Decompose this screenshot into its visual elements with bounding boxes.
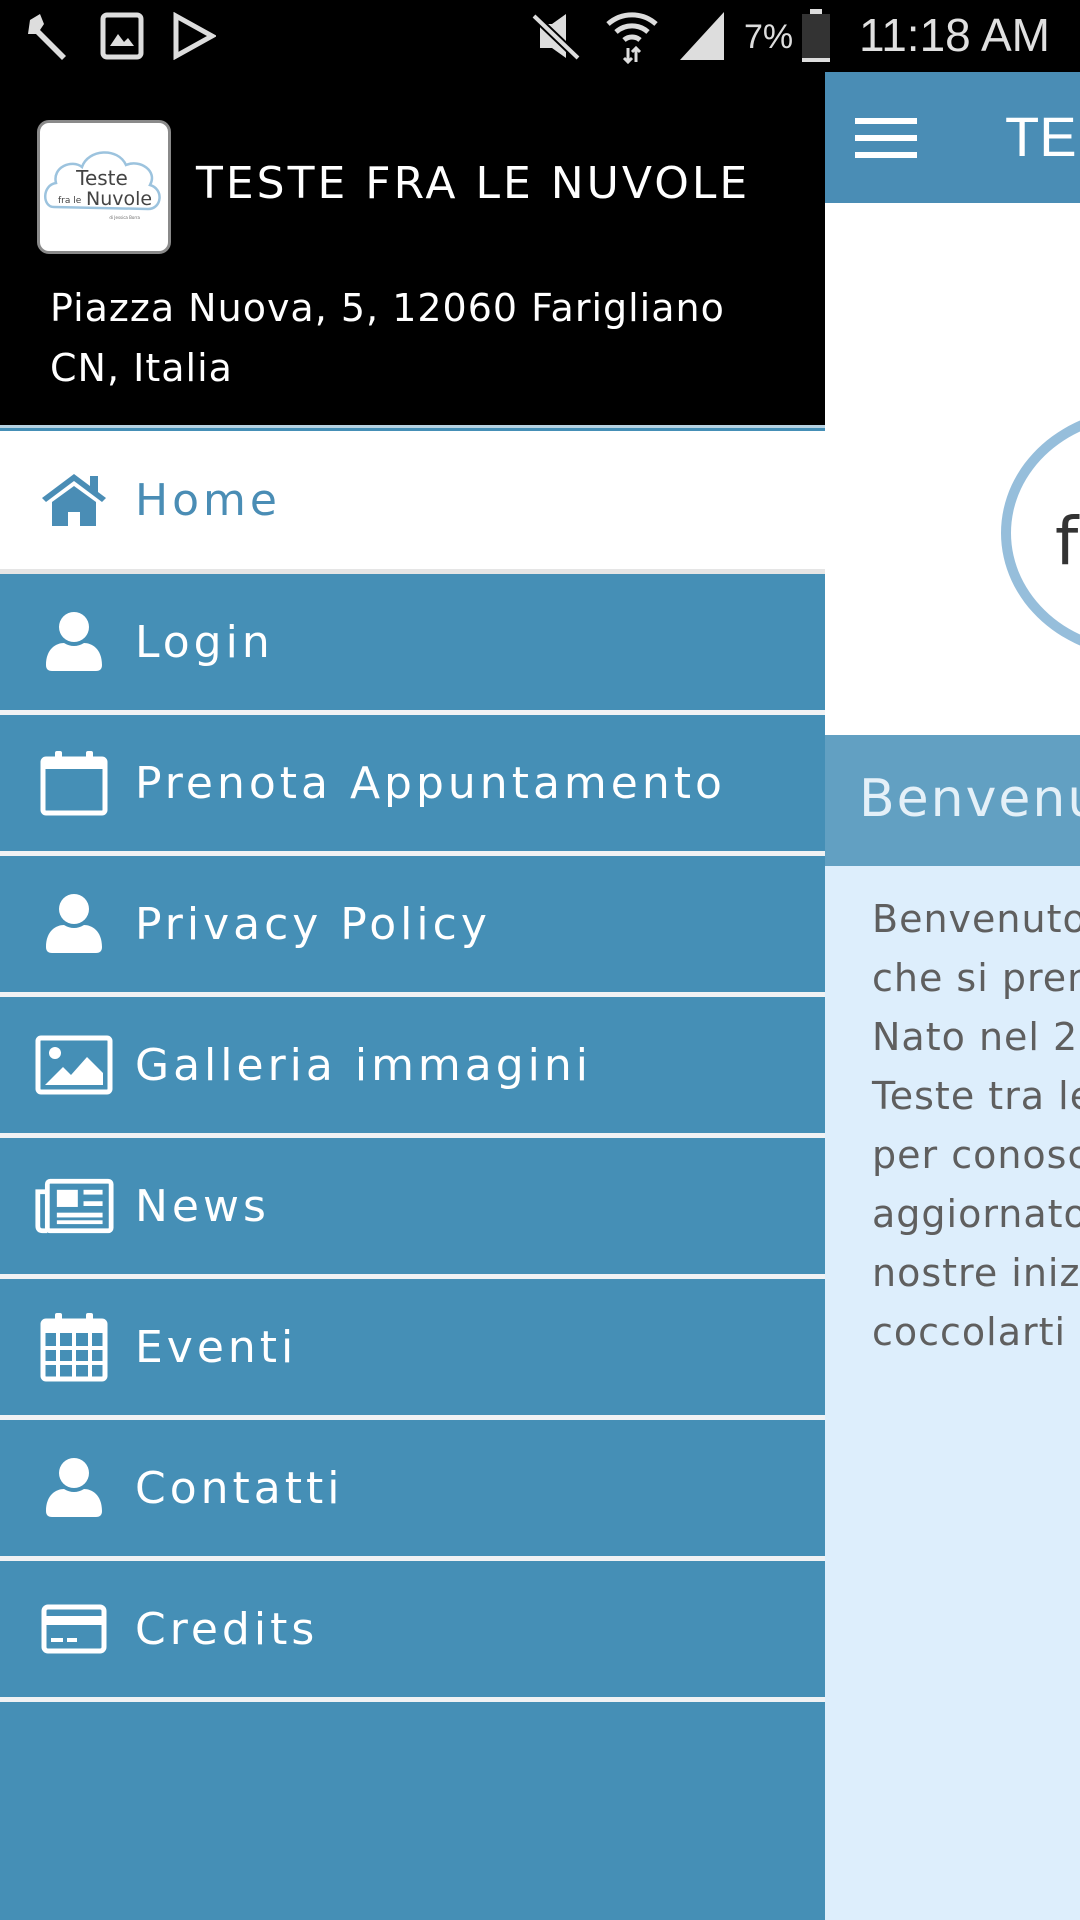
welcome-heading: Benvenu [825, 735, 1080, 866]
body-line: aggiornato [872, 1192, 1080, 1236]
user-icon [34, 888, 114, 960]
menu-item-label: Credits [135, 1603, 319, 1655]
menu-item-label: Login [135, 616, 274, 668]
drawer-menu: Home Login Prenota Appuntamento Privacy … [0, 431, 825, 1702]
logo-letter: f [1055, 503, 1079, 580]
wrench-icon [22, 10, 74, 62]
menu-item-label: Eventi [135, 1321, 298, 1373]
menu-item-label: Galleria immagini [135, 1039, 593, 1091]
welcome-heading-text: Benvenu [859, 769, 1080, 829]
battery-icon [800, 9, 832, 62]
main-content: TE f Benvenu Benvenuto che si pren Nato … [825, 72, 1080, 1920]
user-icon [34, 606, 114, 678]
vibrate-mute-icon [520, 10, 590, 62]
newspaper-icon [34, 1170, 114, 1242]
body-line: Nato nel 20 [872, 1015, 1080, 1059]
svg-text:fra le: fra le [58, 196, 82, 206]
battery-percent: 7% [744, 18, 794, 56]
menu-item-news[interactable]: News [0, 1138, 825, 1279]
menu-item-prenota-appuntamento[interactable]: Prenota Appuntamento [0, 715, 825, 856]
drawer-header: Teste fra le Nuvole di Jessica Borra TES… [0, 72, 825, 428]
menu-item-label: Prenota Appuntamento [135, 757, 726, 809]
menu-item-label: News [135, 1180, 270, 1232]
app-logo: Teste fra le Nuvole di Jessica Borra [37, 120, 171, 254]
image-icon [100, 10, 144, 62]
menu-item-credits[interactable]: Credits [0, 1561, 825, 1702]
calendar-grid-icon [34, 1311, 114, 1383]
menu-item-label: Contatti [135, 1462, 344, 1514]
signal-icon [678, 10, 728, 62]
body-line: che si pren [872, 956, 1080, 1000]
hamburger-menu-button[interactable] [855, 118, 917, 158]
status-bar: 7% 11:18 AM [0, 0, 1080, 72]
navigation-drawer: Teste fra le Nuvole di Jessica Borra TES… [0, 72, 825, 1920]
clock: 11:18 AM [859, 9, 1050, 61]
drawer-title: TESTE FRA LE NUVOLE [196, 158, 751, 209]
body-line: Benvenuto [872, 897, 1080, 941]
menu-item-home[interactable]: Home [0, 431, 825, 574]
image-icon [34, 1029, 114, 1101]
body-line: nostre inizi [872, 1251, 1080, 1295]
menu-item-eventi[interactable]: Eventi [0, 1279, 825, 1420]
body-line: per conosc [872, 1133, 1080, 1177]
credit-card-icon [34, 1593, 114, 1665]
app-bar: TE [825, 72, 1080, 203]
play-store-icon [172, 10, 216, 62]
svg-text:di Jessica Borra: di Jessica Borra [109, 215, 140, 220]
menu-item-label: Home [135, 474, 281, 526]
wifi-icon [606, 10, 658, 64]
menu-item-privacy-policy[interactable]: Privacy Policy [0, 856, 825, 997]
menu-item-login[interactable]: Login [0, 574, 825, 715]
body-line: Teste tra le [872, 1074, 1080, 1118]
calendar-icon [34, 747, 114, 819]
hero-logo: f [825, 203, 1080, 735]
svg-text:Nuvole: Nuvole [86, 188, 152, 210]
home-icon [34, 464, 114, 536]
menu-item-contatti[interactable]: Contatti [0, 1420, 825, 1561]
drawer-address: Piazza Nuova, 5, 12060 Farigliano CN, It… [50, 286, 725, 390]
menu-item-galleria-immagini[interactable]: Galleria immagini [0, 997, 825, 1138]
welcome-body: Benvenuto che si pren Nato nel 20 Teste … [872, 890, 1080, 1362]
app-title: TE [1005, 105, 1077, 168]
menu-item-label: Privacy Policy [135, 898, 491, 950]
body-line: coccolarti c [872, 1310, 1080, 1354]
svg-text:Teste: Teste [75, 166, 128, 190]
user-icon [34, 1452, 114, 1524]
